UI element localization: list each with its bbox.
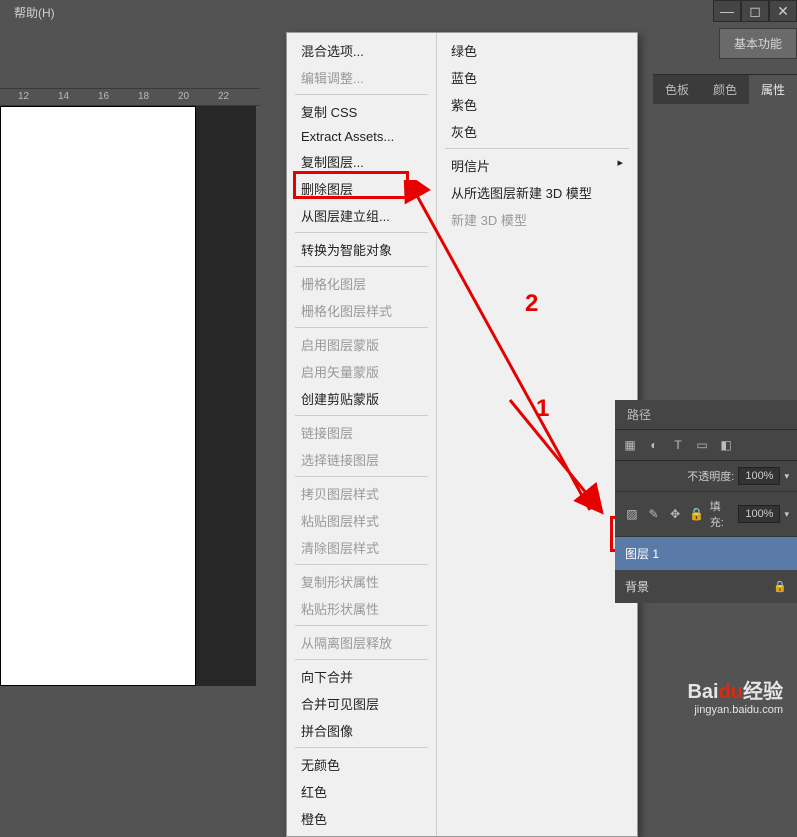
layer-name: 图层 1 [625, 547, 659, 561]
menu-help[interactable]: 帮助(H) [8, 2, 61, 23]
filter-adjust-icon[interactable]: ◐ [645, 436, 663, 454]
fill-value[interactable]: 100% [738, 505, 780, 523]
menu-red-color[interactable]: 红色 [287, 778, 436, 805]
menu-enable-layer-mask: 启用图层蒙版 [287, 331, 436, 358]
menu-copy-layer-style: 拷贝图层样式 [287, 480, 436, 507]
menu-separator [295, 747, 428, 748]
filter-smart-icon[interactable]: ◧ [717, 436, 735, 454]
menu-create-clipping-mask[interactable]: 创建剪贴蒙版 [287, 385, 436, 412]
menu-separator [295, 659, 428, 660]
context-menu-left-column: 混合选项... 编辑调整... 复制 CSS Extract Assets...… [287, 33, 437, 836]
workspace-toolbar: 基本功能 [719, 28, 797, 59]
menu-green-color[interactable]: 绿色 [437, 37, 637, 64]
filter-shape-icon[interactable]: ▭ [693, 436, 711, 454]
menu-merge-down[interactable]: 向下合并 [287, 663, 436, 690]
fill-label: 填充: [710, 498, 735, 530]
menu-rasterize-layer: 栅格化图层 [287, 270, 436, 297]
menu-copy-css[interactable]: 复制 CSS [287, 98, 436, 125]
chevron-down-icon[interactable]: ▾ [784, 509, 789, 520]
menu-separator [295, 564, 428, 565]
menu-separator [295, 415, 428, 416]
tab-properties[interactable]: 属性 [749, 75, 797, 104]
minimize-button[interactable]: — [713, 0, 741, 22]
lock-move-icon[interactable]: ✥ [666, 505, 684, 523]
opacity-row: 不透明度: 100% ▾ [615, 461, 797, 492]
menu-new-3d-model: 新建 3D 模型 [437, 206, 637, 233]
watermark: Baidu经验 jingyan.baidu.com [687, 675, 783, 716]
layer-row-background[interactable]: 背景 🔒 [615, 570, 797, 603]
menu-copy-shape-attrs: 复制形状属性 [287, 568, 436, 595]
opacity-label: 不透明度: [687, 468, 734, 484]
chevron-down-icon[interactable]: ▾ [784, 471, 789, 482]
menu-paste-layer-style: 粘贴图层样式 [287, 507, 436, 534]
canvas-surround [196, 106, 256, 686]
right-panel-tabs: 色板 颜色 属性 [653, 74, 797, 104]
menu-separator [295, 476, 428, 477]
lock-all-icon[interactable]: 🔒 [688, 505, 706, 523]
context-menu-right-column: 绿色 蓝色 紫色 灰色 明信片 从所选图层新建 3D 模型 新建 3D 模型 [437, 33, 637, 836]
layers-filter-toolbar: ▦ ◐ T ▭ ◧ [615, 429, 797, 461]
menu-blending-options[interactable]: 混合选项... [287, 37, 436, 64]
canvas[interactable] [0, 106, 196, 686]
fill-row: ▨ ✎ ✥ 🔒 填充: 100% ▾ [615, 492, 797, 537]
menu-link-layers: 链接图层 [287, 419, 436, 446]
menubar: 帮助(H) [0, 0, 797, 24]
tab-swatches[interactable]: 色板 [653, 75, 701, 104]
menu-merge-visible[interactable]: 合并可见图层 [287, 690, 436, 717]
menu-separator [295, 266, 428, 267]
menu-no-color[interactable]: 无颜色 [287, 751, 436, 778]
close-button[interactable]: ✕ [769, 0, 797, 22]
tab-color[interactable]: 颜色 [701, 75, 749, 104]
menu-gray-color[interactable]: 灰色 [437, 118, 637, 145]
filter-image-icon[interactable]: ▦ [621, 436, 639, 454]
menu-new-3d-from-layer[interactable]: 从所选图层新建 3D 模型 [437, 179, 637, 206]
menu-postcard[interactable]: 明信片 [437, 152, 637, 179]
menu-paste-shape-attrs: 粘贴形状属性 [287, 595, 436, 622]
menu-enable-vector-mask: 启用矢量蒙版 [287, 358, 436, 385]
layer-row-layer1[interactable]: 图层 1 [615, 537, 797, 570]
menu-rasterize-style: 栅格化图层样式 [287, 297, 436, 324]
watermark-url: jingyan.baidu.com [687, 704, 783, 716]
window-controls: — ◻ ✕ [713, 0, 797, 22]
menu-convert-smart-object[interactable]: 转换为智能对象 [287, 236, 436, 263]
lock-transparent-icon[interactable]: ▨ [623, 505, 641, 523]
menu-orange-color[interactable]: 橙色 [287, 805, 436, 832]
menu-duplicate-layer[interactable]: 复制图层... [287, 148, 436, 175]
maximize-button[interactable]: ◻ [741, 0, 769, 22]
ruler: 12 14 16 18 20 22 [0, 88, 260, 106]
layers-panel: 路径 ▦ ◐ T ▭ ◧ 不透明度: 100% ▾ ▨ ✎ ✥ 🔒 填充: 10… [615, 400, 797, 603]
layer-name: 背景 [625, 578, 649, 595]
context-menu: 混合选项... 编辑调整... 复制 CSS Extract Assets...… [286, 32, 638, 837]
menu-separator [445, 148, 629, 149]
menu-separator [295, 625, 428, 626]
lock-icon: 🔒 [773, 580, 787, 593]
menu-extract-assets[interactable]: Extract Assets... [287, 125, 436, 148]
workspace-essentials-button[interactable]: 基本功能 [719, 28, 797, 59]
menu-group-from-layers[interactable]: 从图层建立组... [287, 202, 436, 229]
menu-separator [295, 232, 428, 233]
menu-edit-adjustment: 编辑调整... [287, 64, 436, 91]
menu-separator [295, 94, 428, 95]
watermark-logo: Baidu经验 [687, 675, 783, 704]
menu-purple-color[interactable]: 紫色 [437, 91, 637, 118]
lock-paint-icon[interactable]: ✎ [645, 505, 663, 523]
tab-paths[interactable]: 路径 [615, 400, 663, 429]
menu-blue-color[interactable]: 蓝色 [437, 64, 637, 91]
menu-flatten-image[interactable]: 拼合图像 [287, 717, 436, 744]
filter-type-icon[interactable]: T [669, 436, 687, 454]
menu-select-linked: 选择链接图层 [287, 446, 436, 473]
menu-isolate-layers: 从隔离图层释放 [287, 629, 436, 656]
menu-clear-layer-style: 清除图层样式 [287, 534, 436, 561]
menu-delete-layer[interactable]: 删除图层 [287, 175, 436, 202]
menu-separator [295, 327, 428, 328]
opacity-value[interactable]: 100% [738, 467, 780, 485]
